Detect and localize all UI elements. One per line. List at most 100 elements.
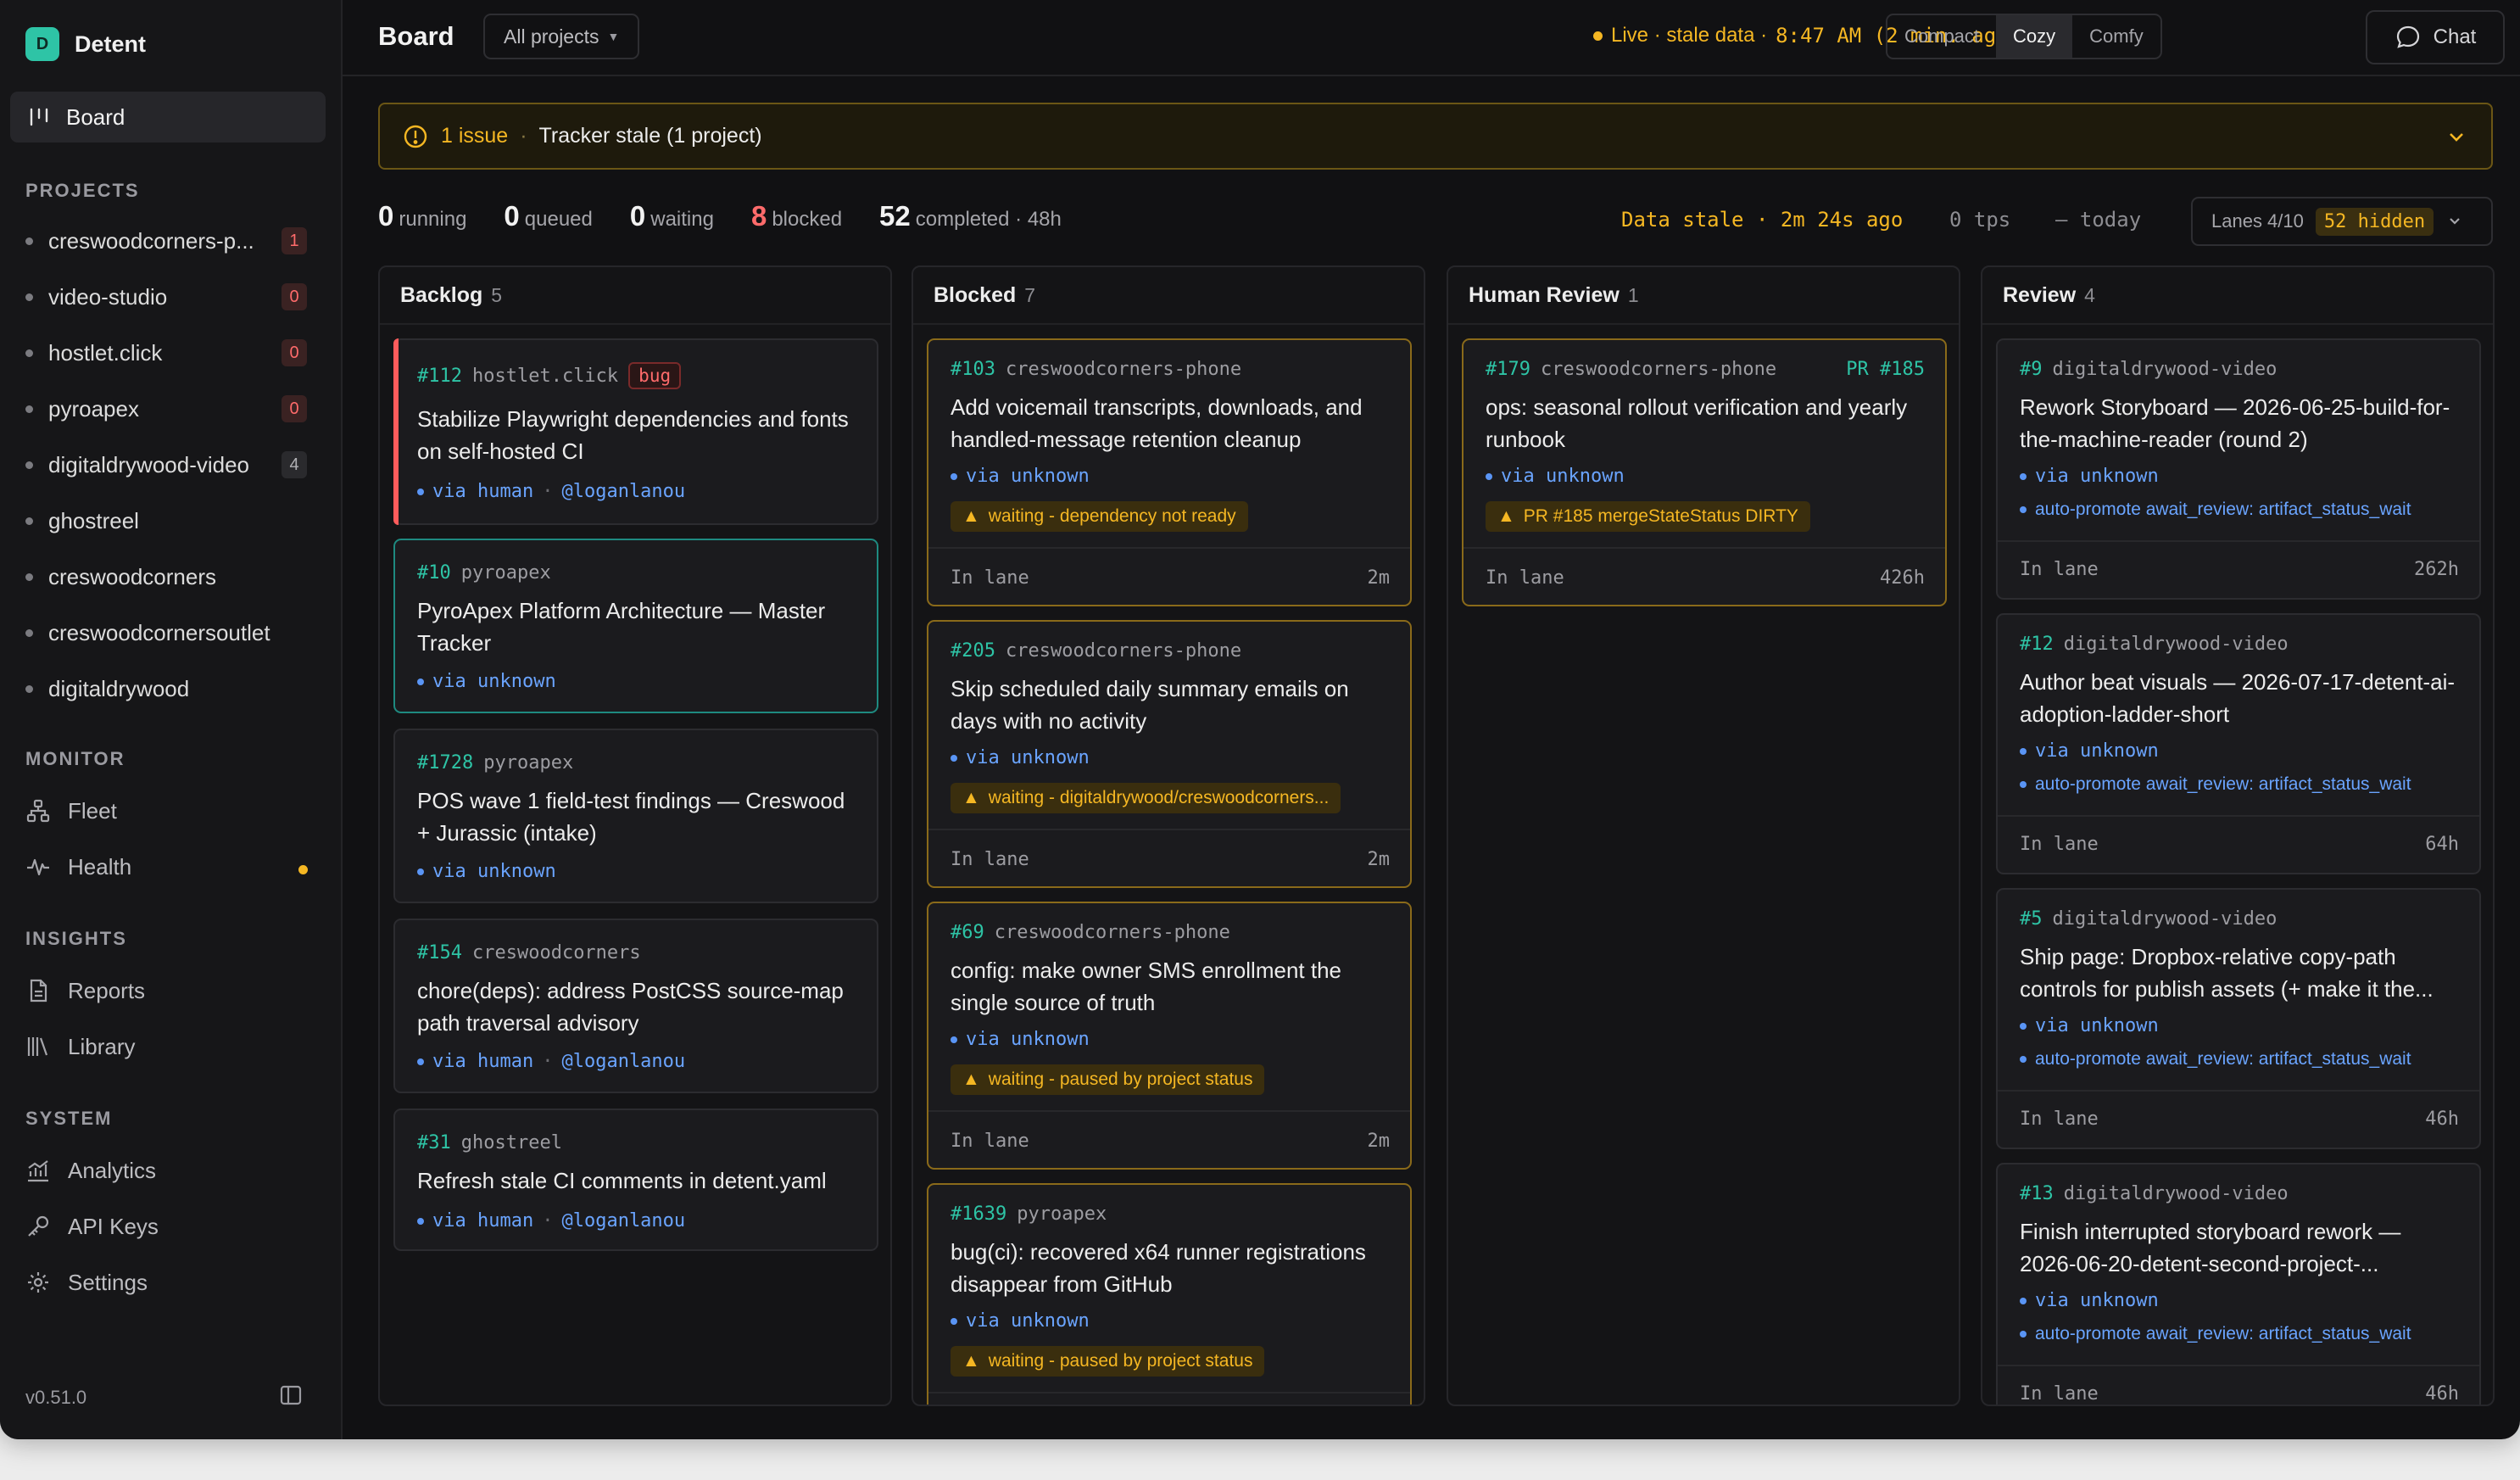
card-id[interactable]: #69: [951, 922, 984, 943]
sidebar-collapse-icon[interactable]: [280, 1385, 302, 1405]
column-review: Review 4 #9 digitaldrywood-video Rework …: [1981, 265, 2495, 1406]
sidebar-item-reports[interactable]: Reports: [25, 972, 145, 1009]
sidebar-project-item[interactable]: digitaldrywood-video 4: [25, 446, 307, 483]
lanes-dropdown[interactable]: Lanes 4/10 52 hidden: [2191, 197, 2493, 246]
tps-indicator: 0 tps: [1949, 208, 2011, 232]
sidebar-item-api-keys[interactable]: API Keys: [25, 1208, 159, 1245]
issue-card[interactable]: #5 digitaldrywood-video Ship page: Dropb…: [1996, 888, 2481, 1149]
insights-heading: INSIGHTS: [25, 928, 127, 949]
card-lane: In lane: [2020, 559, 2099, 580]
chat-button[interactable]: Chat: [2366, 10, 2505, 64]
sidebar-item-health[interactable]: Health: [25, 848, 131, 885]
card-meta: #12 digitaldrywood-video: [2020, 634, 2459, 655]
auto-promote-status: auto-promote await_review: artifact_stat…: [2020, 500, 2471, 520]
density-cozy[interactable]: Cozy: [1996, 15, 2073, 58]
card-id[interactable]: #12: [2020, 634, 2054, 655]
issue-card[interactable]: #13 digitaldrywood-video Finish interrup…: [1996, 1163, 2481, 1405]
sidebar-item-board[interactable]: Board: [10, 92, 326, 142]
density-comfy[interactable]: Comfy: [2072, 15, 2160, 58]
pr-link[interactable]: PR #185: [1846, 359, 1925, 380]
sidebar-project-item[interactable]: digitaldrywood: [25, 670, 307, 707]
pulse-icon: [27, 858, 49, 876]
issue-card[interactable]: #12 digitaldrywood-video Author beat vis…: [1996, 613, 2481, 874]
card-id[interactable]: #112: [417, 366, 462, 387]
issue-separator: ·: [520, 124, 527, 148]
card-user[interactable]: @loganlanou: [561, 1051, 685, 1072]
card-title: POS wave 1 field-test findings — Creswoo…: [417, 788, 845, 846]
card-source: via unknown: [2020, 1290, 2159, 1311]
fleet-icon: [26, 799, 50, 823]
issue-card[interactable]: #10 pyroapex PyroApex Platform Architect…: [393, 539, 878, 713]
project-dot: [25, 628, 33, 637]
card-lane: In lane: [951, 567, 1029, 589]
issue-card[interactable]: #205 creswoodcorners-phone Skip schedule…: [927, 620, 1412, 888]
sidebar-project-item[interactable]: ghostreel: [25, 502, 307, 539]
issue-card[interactable]: #112 hostlet.click bug Stabilize Playwri…: [393, 338, 878, 525]
card-id[interactable]: #154: [417, 942, 462, 963]
card-lane: In lane: [1486, 567, 1564, 589]
column-header: Human Review 1: [1448, 267, 1959, 325]
card-id[interactable]: #5: [2020, 908, 2043, 930]
card-user[interactable]: @loganlanou: [561, 481, 685, 502]
card-id[interactable]: #103: [951, 359, 995, 380]
app-name: Detent: [75, 31, 147, 57]
live-label: Live · stale data ·: [1611, 24, 1768, 47]
warning-icon: ▲: [1497, 506, 1515, 526]
issue-card[interactable]: #154 creswoodcorners chore(deps): addres…: [393, 919, 878, 1093]
chevron-down-icon[interactable]: [2444, 125, 2469, 150]
hidden-lanes-badge: 52 hidden: [2315, 207, 2434, 236]
sidebar-item-label: Settings: [68, 1269, 148, 1295]
column-header: Backlog 5: [380, 267, 890, 325]
card-meta: #1639 pyroapex: [951, 1204, 1390, 1225]
issue-card[interactable]: #9 digitaldrywood-video Rework Storyboar…: [1996, 338, 2481, 600]
card-divider: [1998, 815, 2479, 817]
waiting-badge: ▲ waiting - digitaldrywood/creswoodcorner…: [951, 783, 1341, 813]
issue-card[interactable]: #103 creswoodcorners-phone Add voicemail…: [927, 338, 1412, 606]
sidebar-project-item[interactable]: creswoodcorners-p... 1: [25, 222, 307, 260]
sidebar-item-label: API Keys: [68, 1213, 159, 1239]
card-source: via unknown: [417, 671, 556, 692]
issue-card[interactable]: #69 creswoodcorners-phone config: make o…: [927, 902, 1412, 1170]
card-id[interactable]: #31: [417, 1132, 451, 1153]
card-meta: #10 pyroapex: [417, 562, 856, 584]
density-compact[interactable]: Compact: [1887, 15, 1996, 58]
sidebar-project-item[interactable]: creswoodcorners: [25, 558, 307, 595]
card-source: via unknown: [951, 1310, 1090, 1332]
chat-bubble-icon: [2396, 25, 2419, 48]
sidebar-project-item[interactable]: hostlet.click 0: [25, 334, 307, 371]
card-id[interactable]: #179: [1486, 359, 1530, 380]
sidebar-item-settings[interactable]: Settings: [25, 1264, 148, 1301]
sidebar-project-item[interactable]: pyroapex 0: [25, 390, 307, 427]
card-id[interactable]: #10: [417, 562, 451, 584]
card-user[interactable]: @loganlanou: [561, 1210, 685, 1231]
project-name: pyroapex: [48, 395, 139, 422]
chat-label: Chat: [2433, 25, 2477, 48]
app-logo: D: [25, 27, 59, 61]
card-lane: In lane: [2020, 1383, 2099, 1405]
card-id[interactable]: #9: [2020, 359, 2043, 380]
issue-card[interactable]: #1639 pyroapex bug(ci): recovered x64 ru…: [927, 1183, 1412, 1405]
health-status-dot: [298, 865, 308, 874]
card-lane: In lane: [2020, 834, 2099, 855]
card-project: creswoodcorners-phone: [994, 922, 1230, 943]
issue-card[interactable]: #1728 pyroapex POS wave 1 field-test fin…: [393, 729, 878, 903]
issue-banner[interactable]: 1 issue · Tracker stale (1 project): [378, 103, 2493, 170]
brand[interactable]: D Detent: [25, 25, 146, 63]
issue-card[interactable]: #31 ghostreel Refresh stale CI comments …: [393, 1109, 878, 1251]
sidebar-item-library[interactable]: Library: [25, 1028, 135, 1065]
sidebar-project-item[interactable]: video-studio 0: [25, 278, 307, 316]
column-count: 4: [2084, 283, 2095, 306]
card-id[interactable]: #1639: [951, 1204, 1006, 1225]
waiting-badge: ▲ waiting - paused by project status: [951, 1064, 1265, 1095]
sidebar-item-analytics[interactable]: Analytics: [25, 1152, 156, 1189]
app-version: v0.51.0: [25, 1387, 87, 1408]
column-title: Blocked: [934, 282, 1017, 307]
sidebar-item-fleet[interactable]: Fleet: [25, 792, 117, 829]
card-id[interactable]: #205: [951, 640, 995, 662]
card-id[interactable]: #13: [2020, 1183, 2054, 1204]
project-select[interactable]: All projects ▼: [483, 14, 640, 59]
issue-card[interactable]: #179 creswoodcorners-phone PR #185 ops: …: [1462, 338, 1947, 606]
sidebar-project-item[interactable]: creswoodcornersoutlet: [25, 614, 307, 651]
card-id[interactable]: #1728: [417, 752, 473, 774]
document-icon: [30, 979, 47, 1002]
